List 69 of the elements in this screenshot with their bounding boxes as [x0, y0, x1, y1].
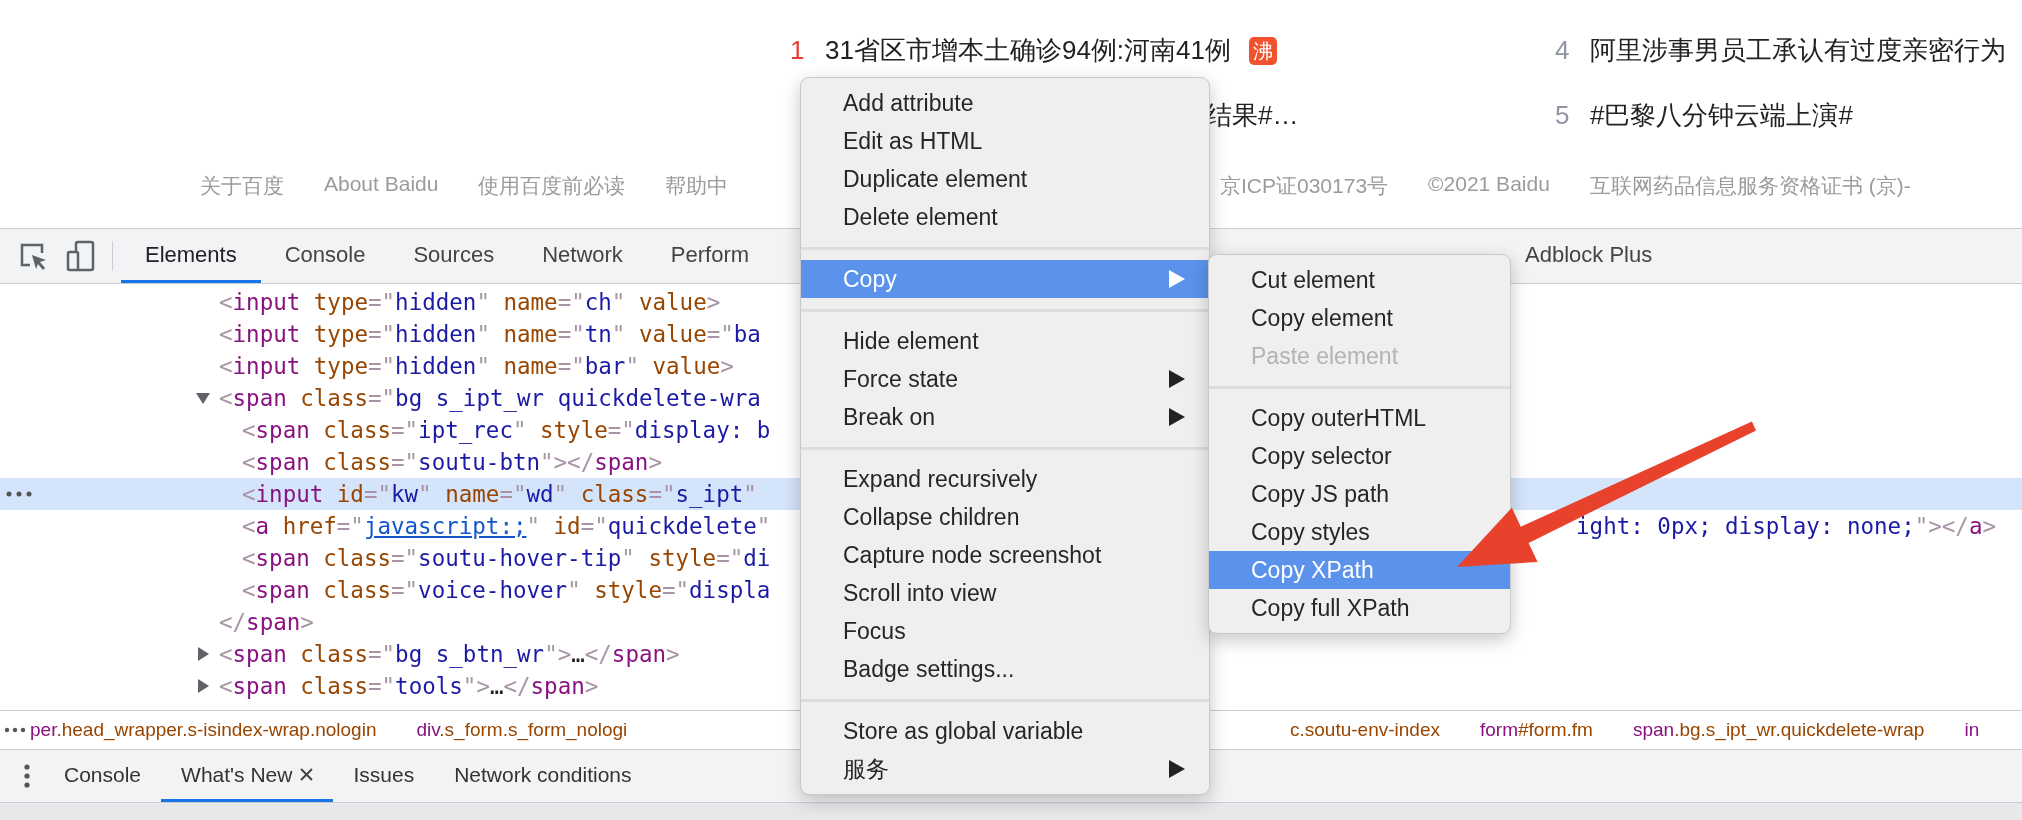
menu-icon[interactable] — [24, 764, 30, 788]
menu-item[interactable]: Focus — [801, 612, 1209, 650]
menu-item[interactable]: Capture node screenshot — [801, 536, 1209, 574]
code-line[interactable]: <input id="kw" name="wd" class="s_ipt" — [242, 479, 757, 509]
code-line[interactable]: <span class="soutu-hover-tip" style="di — [242, 543, 771, 573]
rank-number: 1 — [790, 35, 806, 66]
menu-item[interactable]: Duplicate element — [801, 160, 1209, 198]
menu-item[interactable]: Copy selector — [1209, 437, 1510, 475]
menu-item[interactable]: Hide element — [801, 322, 1209, 360]
menu-item[interactable]: Copy full XPath — [1209, 589, 1510, 627]
code-line[interactable]: <span class="ipt_rec" style="display: b — [242, 415, 771, 445]
breadcrumb[interactable]: form#form.fm — [1479, 719, 1593, 741]
caret-icon — [1169, 370, 1185, 388]
breadcrumb[interactable]: per.head_wrapper.s-isindex-wrap.nologin — [30, 719, 377, 741]
menu-item[interactable]: Collapse children — [801, 498, 1209, 536]
menu-item[interactable]: Badge settings... — [801, 650, 1209, 688]
menu-item[interactable]: Copy JS path — [1209, 475, 1510, 513]
expand-toggle-icon[interactable] — [196, 647, 210, 661]
breadcrumb[interactable]: in — [1964, 719, 1980, 741]
code-line[interactable]: <span class="voice-hover" style="displa — [242, 575, 771, 605]
more-icon[interactable] — [6, 491, 32, 497]
code-line[interactable]: <span class="bg s_ipt_wr quickdelete-wra — [219, 383, 761, 413]
code-line[interactable]: <span class="bg s_btn_wr">…</span> — [219, 639, 680, 669]
drawer-tab[interactable]: Network conditions — [434, 750, 652, 802]
menu-item[interactable]: Break on — [801, 398, 1209, 436]
hot-badge: 沸 — [1249, 36, 1277, 65]
code-line[interactable]: <span class="tools">…</span> — [219, 671, 599, 701]
code-line[interactable]: <span class="soutu-btn"></span> — [242, 447, 662, 477]
breadcrumb[interactable]: c.soutu-env-index — [1290, 719, 1440, 741]
caret-icon — [1169, 408, 1185, 426]
expand-toggle-icon[interactable] — [196, 391, 210, 405]
trending-link[interactable]: 31省区市增本土确诊94例:河南41例 — [825, 33, 1231, 68]
menu-item[interactable]: Copy outerHTML — [1209, 399, 1510, 437]
trending-link[interactable]: #巴黎八分钟云端上演# — [1590, 98, 1853, 133]
breadcrumb[interactable]: span.bg.s_ipt_wr.quickdelete-wrap — [1632, 719, 1925, 741]
menu-item[interactable]: Delete element — [801, 198, 1209, 236]
rank-number: 4 — [1555, 35, 1571, 66]
menu-item[interactable]: Store as global variable — [801, 712, 1209, 750]
panel-tab[interactable]: Sources — [389, 229, 519, 283]
more-icon[interactable] — [4, 727, 26, 733]
menu-item[interactable]: Force state — [801, 360, 1209, 398]
trending-link[interactable]: 阿里涉事男员工承认有过度亲密行为 — [1590, 33, 2006, 68]
code-line[interactable]: <input type="hidden" name="ch" value> — [219, 287, 721, 317]
device-icon[interactable] — [66, 240, 96, 272]
menu-item[interactable]: 服务 — [801, 750, 1209, 788]
menu-item[interactable]: Cut element — [1209, 261, 1510, 299]
expand-toggle-icon[interactable] — [196, 679, 210, 693]
caret-icon — [1169, 760, 1185, 778]
panel-tab[interactable]: Adblock Plus — [1515, 229, 1677, 283]
drawer-tab[interactable]: Console — [44, 750, 162, 802]
breadcrumb[interactable]: div.s_form.s_form_nologi — [416, 719, 628, 741]
menu-item[interactable]: Copy element — [1209, 299, 1510, 337]
menu-item[interactable]: Edit as HTML — [801, 122, 1209, 160]
code-line[interactable]: <input type="hidden" name="tn" value="ba — [219, 319, 761, 349]
close-icon[interactable] — [300, 768, 314, 781]
caret-icon — [1169, 270, 1185, 288]
panel-tab[interactable]: Console — [260, 229, 390, 283]
code-line[interactable]: </span> — [219, 607, 314, 637]
code-line[interactable]: ight: 0px; display: none;"></a> — [1576, 511, 2022, 541]
menu-item[interactable]: Add attribute — [801, 84, 1209, 122]
code-line[interactable]: <a href="javascript:;" id="quickdelete" — [242, 511, 771, 541]
panel-tab[interactable]: Network — [518, 229, 647, 283]
menu-item[interactable]: Expand recursively — [801, 460, 1209, 498]
drawer-tab[interactable]: Issues — [333, 750, 435, 802]
rank-number: 5 — [1555, 100, 1571, 131]
panel-tab[interactable]: Perform — [646, 229, 774, 283]
inspect-icon[interactable] — [18, 241, 48, 271]
code-line[interactable]: <input type="hidden" name="bar" value> — [219, 351, 734, 381]
menu-item[interactable]: Scroll into view — [801, 574, 1209, 612]
